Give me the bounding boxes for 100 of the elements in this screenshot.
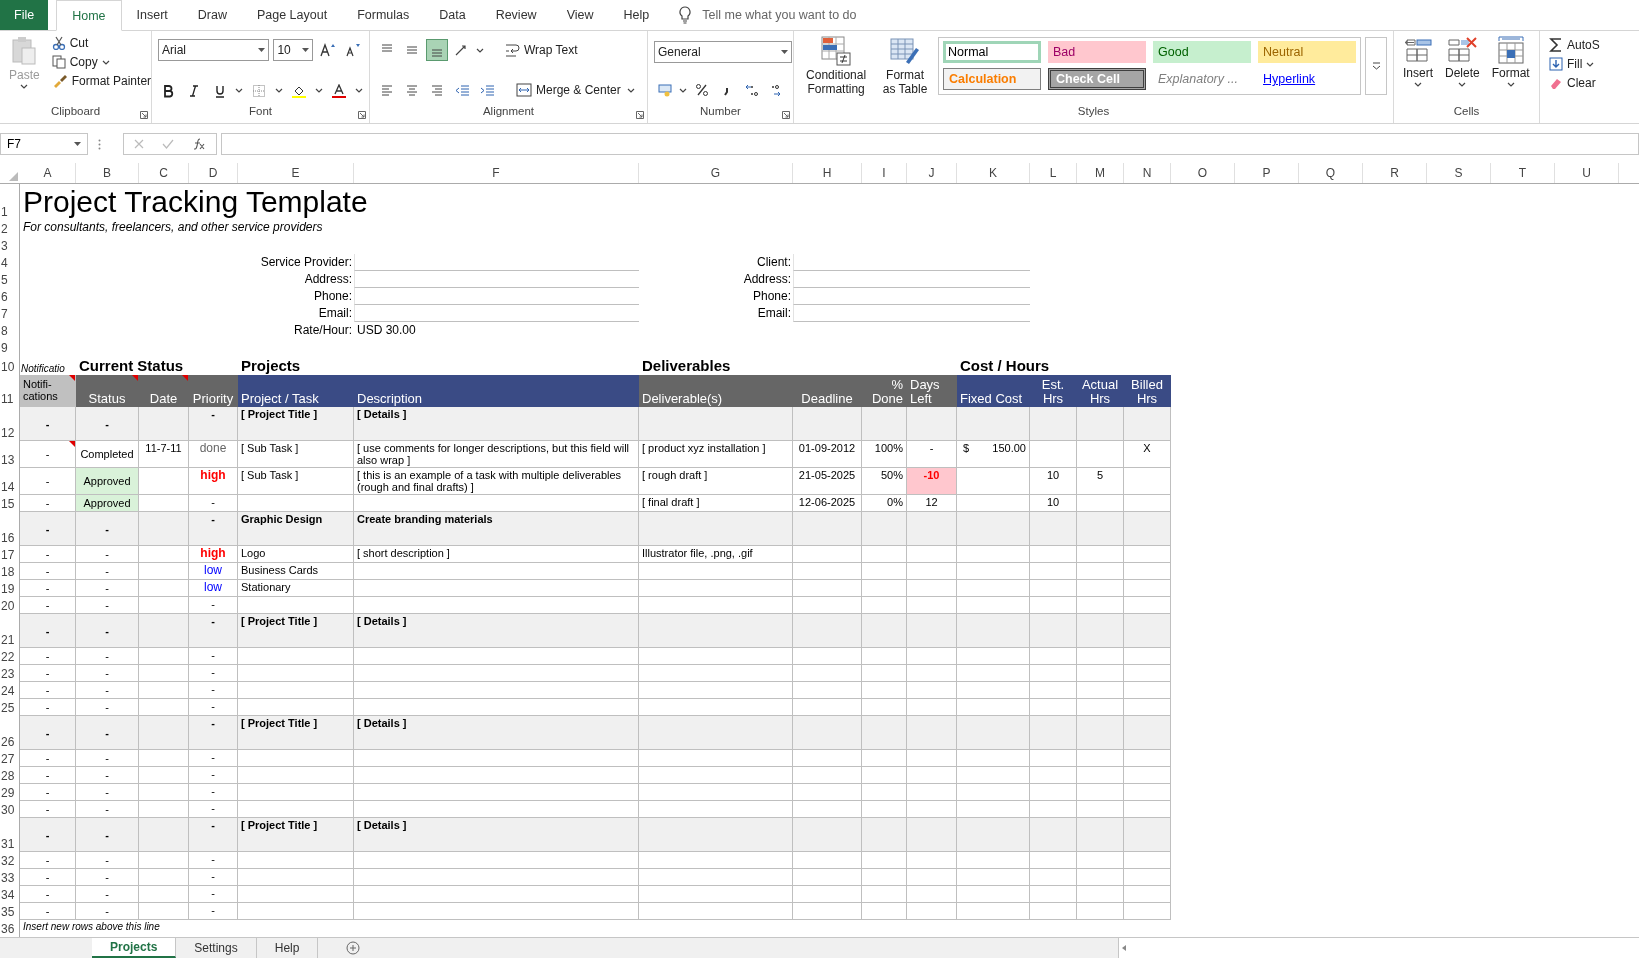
cell-style-button[interactable]: Good: [1153, 41, 1251, 63]
wrap-text-button[interactable]: Wrap Text: [501, 41, 581, 59]
notification-cell: -: [20, 441, 76, 468]
empty-cell: [862, 767, 907, 784]
field-label: Rate/Hour:: [293, 322, 353, 339]
font-color-icon: [332, 83, 347, 98]
conditional-formatting-button[interactable]: Conditional Formatting: [800, 35, 873, 105]
cell-style-button[interactable]: Bad: [1048, 41, 1146, 63]
status-cell: Approved: [76, 495, 139, 512]
column-letter: I: [862, 163, 907, 183]
ribbon-tab[interactable]: View: [551, 0, 609, 30]
status-cell: -: [76, 682, 139, 699]
notification-cell: -: [20, 869, 76, 886]
row-number: 25: [1, 702, 15, 715]
column-header: Description: [354, 375, 639, 407]
empty-cell: [907, 767, 957, 784]
name-box[interactable]: F7: [0, 133, 88, 155]
sum-button[interactable]: AutoS: [1546, 37, 1603, 53]
ribbon-tab[interactable]: Page Layout: [241, 0, 343, 30]
clear-button[interactable]: Clear: [1546, 75, 1603, 91]
grow-font-icon: [319, 42, 336, 57]
horizontal-scrollbar[interactable]: [1118, 938, 1639, 958]
cell-style-button[interactable]: Normal: [943, 41, 1041, 63]
dropdown-icon: [302, 47, 310, 52]
description-cell: [ Details ]: [354, 407, 639, 441]
launcher-icon: [636, 111, 644, 119]
ribbon-tab[interactable]: Draw: [182, 0, 242, 30]
currency-symbol: $: [963, 442, 970, 454]
task-cell: [ Project Title ]: [238, 614, 354, 648]
format-as-table-button[interactable]: Format as Table: [876, 35, 934, 105]
ribbon-tab[interactable]: File: [0, 0, 49, 30]
empty-cell: [1030, 665, 1077, 682]
wrap-text-icon: [504, 42, 520, 58]
notification-cell: -: [20, 546, 76, 563]
merge-center-button[interactable]: Merge & Center: [513, 82, 624, 98]
number-format-field[interactable]: General: [654, 41, 792, 63]
sheet-tab[interactable]: Settings: [176, 938, 257, 958]
font-size-field[interactable]: 10: [273, 38, 314, 61]
align-middle-icon: [405, 43, 419, 57]
empty-cell: [907, 665, 957, 682]
money-icon: [657, 83, 672, 97]
sheet-tab[interactable]: Help: [256, 938, 319, 958]
priority-label: low: [189, 563, 238, 580]
row-number: 23: [1, 668, 15, 681]
empty-cell: [793, 886, 862, 903]
hours-cell: 5: [1077, 468, 1124, 495]
empty-cell: [1124, 580, 1171, 597]
empty-cell: [793, 563, 862, 580]
empty-cell: [793, 903, 862, 920]
search-field[interactable]: Tell me what you want to do: [700, 7, 945, 23]
row-number: 9: [1, 342, 8, 355]
font-name-field[interactable]: Arial: [158, 38, 270, 61]
notification-cell: -: [20, 580, 76, 597]
row-number: 8: [1, 325, 8, 338]
status-cell: -: [76, 750, 139, 767]
delete-cells-button[interactable]: Delete: [1442, 35, 1483, 105]
ribbon-tab[interactable]: Home: [56, 0, 122, 31]
caret-icon: [1506, 82, 1515, 87]
sheet-title: Project Tracking Template: [22, 184, 369, 220]
notification-cell: -: [20, 682, 76, 699]
fill-down-icon: [1549, 57, 1563, 71]
description-cell: [ use comments for longer descriptions, but this field will also wrap ]: [354, 441, 639, 468]
empty-cell: [1030, 886, 1077, 903]
notification-cell: -: [20, 512, 76, 546]
cut-button[interactable]: Cut: [48, 35, 155, 51]
insert-cells-button[interactable]: Insert: [1400, 35, 1436, 105]
empty-cell: [1077, 441, 1124, 468]
copy-button[interactable]: Copy: [48, 54, 155, 70]
row-number: 29: [1, 787, 15, 800]
column-header: Fixed Cost: [957, 375, 1030, 407]
priority-label: -: [189, 716, 238, 750]
ribbon-tab[interactable]: Review: [480, 0, 552, 30]
cell-style-button[interactable]: Neutral: [1258, 41, 1356, 63]
row-number: 5: [1, 274, 8, 287]
ribbon-tab[interactable]: Help: [608, 0, 665, 30]
empty-cell: [1030, 682, 1077, 699]
fill-button[interactable]: Fill: [1546, 56, 1603, 72]
confirm-icon: [162, 139, 174, 149]
ribbon-tab[interactable]: Data: [424, 0, 481, 30]
ribbon-tab[interactable]: Insert: [121, 0, 183, 30]
empty-cell: [793, 682, 862, 699]
empty-cell: [862, 750, 907, 767]
column-letter: J: [907, 163, 957, 183]
format-painter-button[interactable]: Format Painter: [48, 73, 155, 89]
priority-label: -: [189, 818, 238, 852]
priority-label: -: [189, 869, 238, 886]
row-number: 6: [1, 291, 8, 304]
format-cells-button[interactable]: Format: [1488, 35, 1533, 105]
sheet-tab[interactable]: Projects: [92, 938, 177, 958]
increase-indent-icon: [480, 83, 494, 97]
caret-icon: [275, 88, 284, 93]
date-cell: 11-7-11: [139, 441, 189, 468]
launcher-icon: [782, 111, 790, 119]
empty-cell: [1030, 852, 1077, 869]
ribbon-tab[interactable]: Formulas: [342, 0, 425, 30]
formula-field[interactable]: [221, 133, 1639, 155]
empty-cell: [139, 665, 189, 682]
section-heading: Cost / Hours: [959, 356, 1051, 375]
status-cell: -: [76, 886, 139, 903]
gallery-more-button[interactable]: [1365, 37, 1387, 95]
